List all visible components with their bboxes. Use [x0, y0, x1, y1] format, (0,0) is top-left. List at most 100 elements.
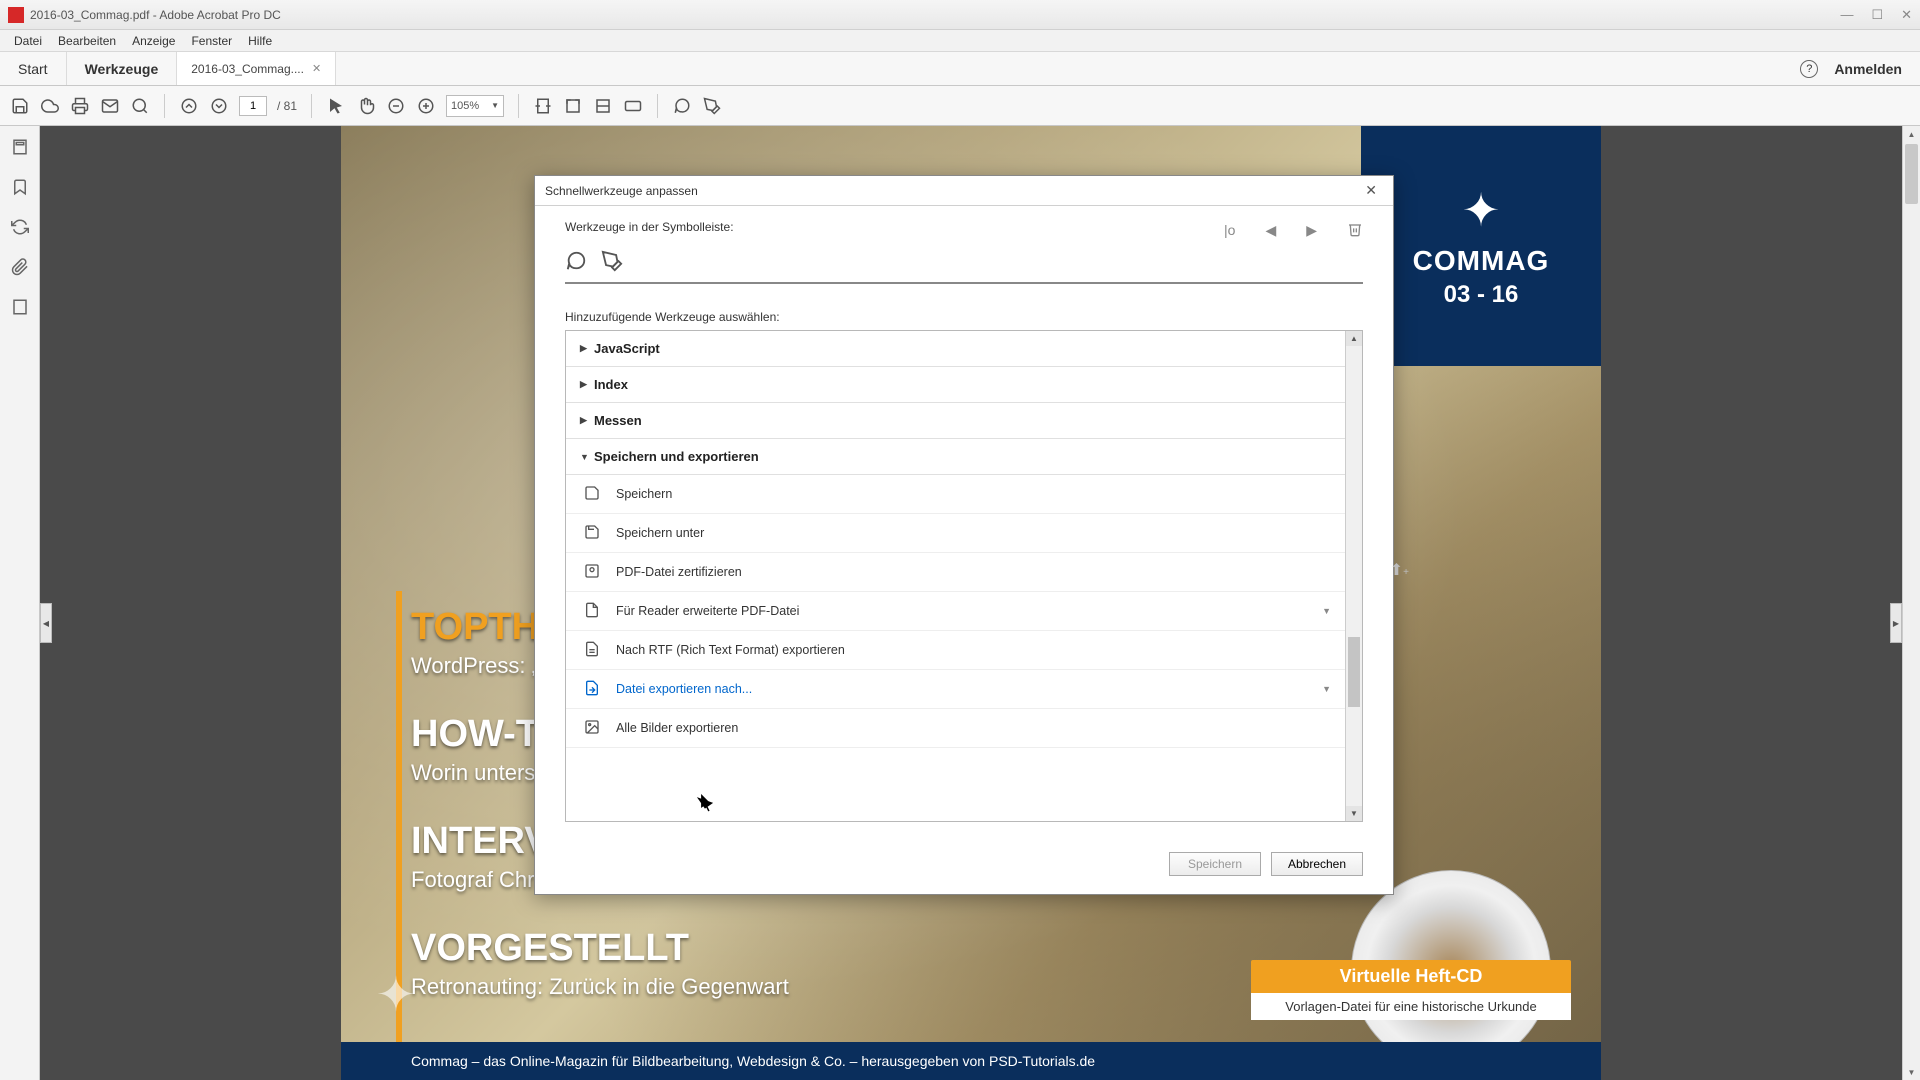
tool-item-label: Datei exportieren nach... — [616, 682, 752, 696]
tab-document-label: 2016-03_Commag.... — [191, 62, 304, 76]
dialog-footer: Speichern Abbrechen — [535, 838, 1393, 894]
zoom-in-icon[interactable] — [416, 96, 436, 116]
available-tools-list: ▶JavaScript ▶Index ▶Messen ▼Speichern un… — [565, 330, 1363, 822]
tab-werkzeuge[interactable]: Werkzeuge — [67, 52, 178, 85]
tool-item-label: Speichern unter — [616, 526, 704, 540]
read-mode-icon[interactable] — [623, 96, 643, 116]
category-index[interactable]: ▶Index — [566, 367, 1345, 403]
section-text-3: Retronauting: Zurück in die Gegenwart — [411, 974, 789, 1000]
tool-item-zertifizieren[interactable]: PDF-Datei zertifizieren — [566, 553, 1345, 592]
hand-tool-icon[interactable] — [356, 96, 376, 116]
list-scroll-thumb[interactable] — [1348, 637, 1360, 707]
save-icon[interactable] — [10, 96, 30, 116]
left-nav-panel — [0, 126, 40, 1080]
save-as-icon — [584, 524, 602, 542]
fit-page-icon[interactable] — [563, 96, 583, 116]
close-window-button[interactable]: ✕ — [1901, 7, 1912, 23]
tool-item-label: Für Reader erweiterte PDF-Datei — [616, 604, 799, 618]
brand-issue: 03 - 16 — [1444, 281, 1519, 309]
page-down-icon[interactable] — [209, 96, 229, 116]
scroll-up-arrow[interactable]: ▲ — [1903, 126, 1920, 142]
dialog-titlebar[interactable]: Schnellwerkzeuge anpassen ✕ — [535, 176, 1393, 206]
menu-hilfe[interactable]: Hilfe — [240, 34, 280, 48]
main-toolbar: / 81 105%▼ — [0, 86, 1920, 126]
brand-logo-icon: ✦ — [1462, 183, 1501, 237]
category-javascript[interactable]: ▶JavaScript — [566, 331, 1345, 367]
move-left-icon[interactable]: ◀ — [1265, 222, 1276, 239]
bookmarks-icon[interactable] — [11, 178, 29, 196]
current-tool-comment-icon[interactable] — [565, 250, 587, 272]
maximize-button[interactable]: ☐ — [1871, 7, 1883, 23]
app-icon — [8, 7, 24, 23]
move-right-icon[interactable]: ▶ — [1306, 222, 1317, 239]
select-tool-icon[interactable] — [326, 96, 346, 116]
mail-icon[interactable] — [100, 96, 120, 116]
tab-document[interactable]: 2016-03_Commag.... ✕ — [177, 52, 336, 85]
zoom-out-icon[interactable] — [386, 96, 406, 116]
add-to-toolbar-icon[interactable]: ⬆+ — [1390, 560, 1409, 580]
reader-extended-icon — [584, 602, 602, 620]
cancel-button[interactable]: Abbrechen — [1271, 852, 1363, 876]
scrollbar-thumb[interactable] — [1905, 144, 1918, 204]
fit-width-icon[interactable] — [533, 96, 553, 116]
login-link[interactable]: Anmelden — [1834, 61, 1902, 77]
tab-start[interactable]: Start — [0, 52, 67, 85]
list-scroll-up[interactable]: ▲ — [1346, 331, 1362, 346]
fit-visible-icon[interactable] — [593, 96, 613, 116]
customize-tools-dialog: Schnellwerkzeuge anpassen ✕ Werkzeuge in… — [534, 175, 1394, 895]
tool-item-datei-exportieren[interactable]: Datei exportieren nach... ▼ — [566, 670, 1345, 709]
tab-bar: Start Werkzeuge 2016-03_Commag.... ✕ ? A… — [0, 52, 1920, 86]
page-up-icon[interactable] — [179, 96, 199, 116]
delete-tool-icon[interactable] — [1347, 221, 1363, 240]
tool-item-speichern-unter[interactable]: Speichern unter — [566, 514, 1345, 553]
print-icon[interactable] — [70, 96, 90, 116]
window-title: 2016-03_Commag.pdf - Adobe Acrobat Pro D… — [30, 8, 1840, 22]
menu-anzeige[interactable]: Anzeige — [124, 34, 183, 48]
collapse-right-button[interactable]: ▶ — [1890, 603, 1902, 643]
menu-bearbeiten[interactable]: Bearbeiten — [50, 34, 124, 48]
tool-item-label: Alle Bilder exportieren — [616, 721, 738, 735]
dialog-title: Schnellwerkzeuge anpassen — [545, 184, 698, 198]
brand-box: ✦ COMMAG 03 - 16 — [1361, 126, 1601, 366]
menu-datei[interactable]: Datei — [6, 34, 50, 48]
list-scrollbar[interactable]: ▲ ▼ — [1345, 331, 1362, 821]
dialog-close-button[interactable]: ✕ — [1359, 182, 1383, 199]
tool-item-label: Nach RTF (Rich Text Format) exportieren — [616, 643, 845, 657]
menu-fenster[interactable]: Fenster — [183, 34, 240, 48]
list-scroll-down[interactable]: ▼ — [1346, 806, 1362, 821]
save-button[interactable]: Speichern — [1169, 852, 1261, 876]
section-heading-3: VORGESTELLT — [411, 927, 789, 970]
menu-bar: Datei Bearbeiten Anzeige Fenster Hilfe — [0, 30, 1920, 52]
export-images-icon — [584, 719, 602, 737]
current-tool-highlight-icon[interactable] — [601, 250, 623, 272]
tab-close-icon[interactable]: ✕ — [312, 62, 321, 75]
thumbnails-icon[interactable] — [11, 138, 29, 156]
cd-text: Vorlagen-Datei für eine historische Urku… — [1251, 993, 1571, 1020]
minimize-button[interactable]: — — [1840, 7, 1853, 23]
cd-title: Virtuelle Heft-CD — [1251, 960, 1571, 993]
vertical-scrollbar[interactable]: ▲ ▼ — [1902, 126, 1920, 1080]
comment-icon[interactable] — [672, 96, 692, 116]
highlight-icon[interactable] — [702, 96, 722, 116]
tool-item-reader-erweitert[interactable]: Für Reader erweiterte PDF-Datei ▼ — [566, 592, 1345, 631]
insert-divider-icon[interactable]: |o — [1224, 222, 1235, 238]
search-icon[interactable] — [130, 96, 150, 116]
current-tools-strip[interactable] — [565, 240, 1363, 284]
tool-item-alle-bilder[interactable]: Alle Bilder exportieren — [566, 709, 1345, 748]
cloud-icon[interactable] — [40, 96, 60, 116]
category-messen[interactable]: ▶Messen — [566, 403, 1345, 439]
tool-item-speichern[interactable]: Speichern — [566, 475, 1345, 514]
cd-box: Virtuelle Heft-CD Vorlagen-Datei für ein… — [1251, 960, 1571, 1020]
help-icon[interactable]: ? — [1800, 60, 1818, 78]
category-speichern-exportieren[interactable]: ▼Speichern und exportieren — [566, 439, 1345, 475]
zoom-select[interactable]: 105%▼ — [446, 95, 504, 117]
scroll-down-arrow[interactable]: ▼ — [1903, 1064, 1920, 1080]
layers-icon[interactable] — [11, 298, 29, 316]
attach-icon[interactable] — [11, 258, 29, 276]
cover-footer: Commag – das Online-Magazin für Bildbear… — [341, 1042, 1601, 1080]
collapse-left-button[interactable]: ◀ — [40, 603, 52, 643]
rotate-icon[interactable] — [11, 218, 29, 236]
tool-item-rtf-export[interactable]: Nach RTF (Rich Text Format) exportieren — [566, 631, 1345, 670]
page-number-input[interactable] — [239, 96, 267, 116]
rtf-export-icon — [584, 641, 602, 659]
